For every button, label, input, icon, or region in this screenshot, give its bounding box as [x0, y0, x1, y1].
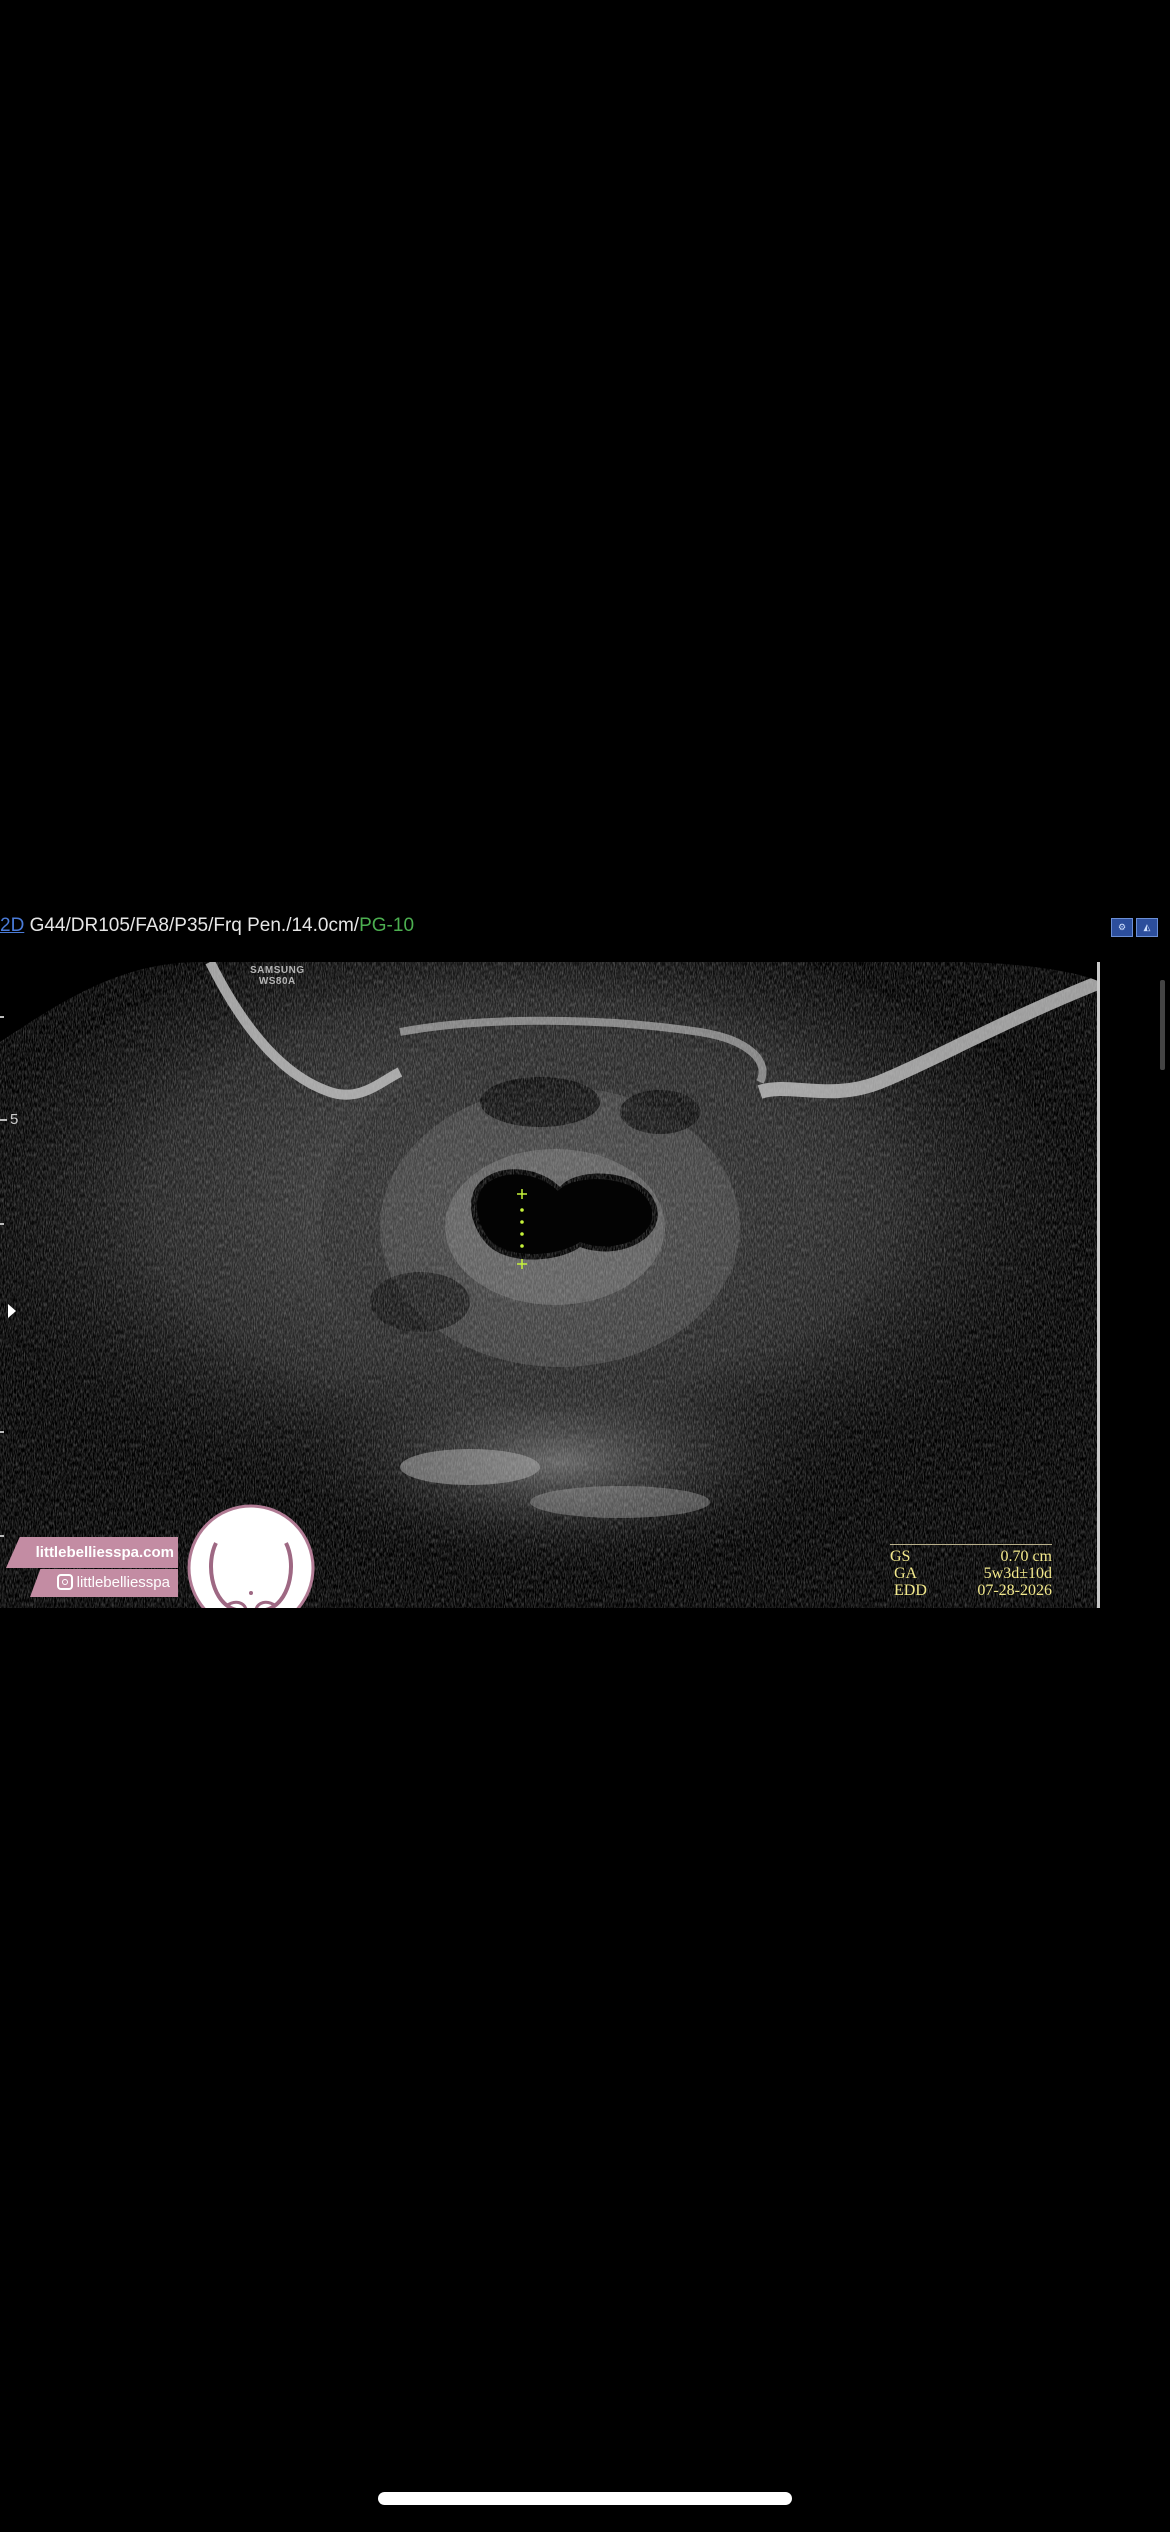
- preset-label: PG-10: [359, 915, 415, 936]
- measurement-label: GA: [894, 1565, 918, 1582]
- instagram-icon: [56, 1574, 73, 1590]
- probe-icon[interactable]: ◭: [1136, 918, 1158, 937]
- settings-icon[interactable]: ⚙: [1111, 918, 1133, 937]
- measurement-value: 5w3d±10d: [983, 1565, 1052, 1582]
- image-border-right: [1097, 962, 1100, 1608]
- ultrasound-scan: [0, 962, 1100, 1608]
- measurement-label: EDD: [894, 1582, 927, 1599]
- instagram-handle: littlebelliesspa: [76, 1574, 170, 1591]
- device-label: SAMSUNG WS80A: [250, 965, 305, 987]
- device-brand: SAMSUNG: [250, 965, 305, 976]
- home-indicator[interactable]: [378, 2492, 792, 2505]
- play-marker-icon: [8, 1304, 16, 1318]
- measurement-row: GS 0.70 cm: [890, 1548, 1052, 1565]
- measurement-row: EDD 07-28-2026: [890, 1582, 1052, 1599]
- measurement-results: GS 0.70 cm GA 5w3d±10d EDD 07-28-2026: [890, 1544, 1052, 1599]
- mode-link[interactable]: 2D: [0, 915, 24, 936]
- status-icons: ⚙ ◭: [1111, 918, 1158, 937]
- measurement-label: GS: [890, 1548, 911, 1565]
- belly-logo-icon: [187, 1504, 315, 1608]
- depth-label: 5: [10, 1111, 19, 1128]
- parameters-text: G44/DR105/FA8/P35/Frq Pen./14.0cm/: [24, 915, 360, 936]
- watermark-website: littlebelliesspa.com: [6, 1537, 178, 1568]
- depth-scale: [0, 962, 30, 1608]
- scroll-thumb[interactable]: [1160, 980, 1165, 1070]
- measurement-value: 0.70 cm: [1000, 1548, 1052, 1565]
- measurement-row: GA 5w3d±10d: [890, 1565, 1052, 1582]
- depth-ticks: [0, 1016, 16, 1537]
- watermark-instagram: littlebelliesspa: [30, 1569, 178, 1597]
- imaging-parameters: 2D G44/DR105/FA8/P35/Frq Pen./14.0cm/PG-…: [0, 910, 1170, 942]
- device-model: WS80A: [258, 976, 296, 987]
- measurement-value: 07-28-2026: [977, 1582, 1052, 1599]
- watermark-logo: [186, 1503, 316, 1608]
- ultrasound-image: [0, 962, 1100, 1608]
